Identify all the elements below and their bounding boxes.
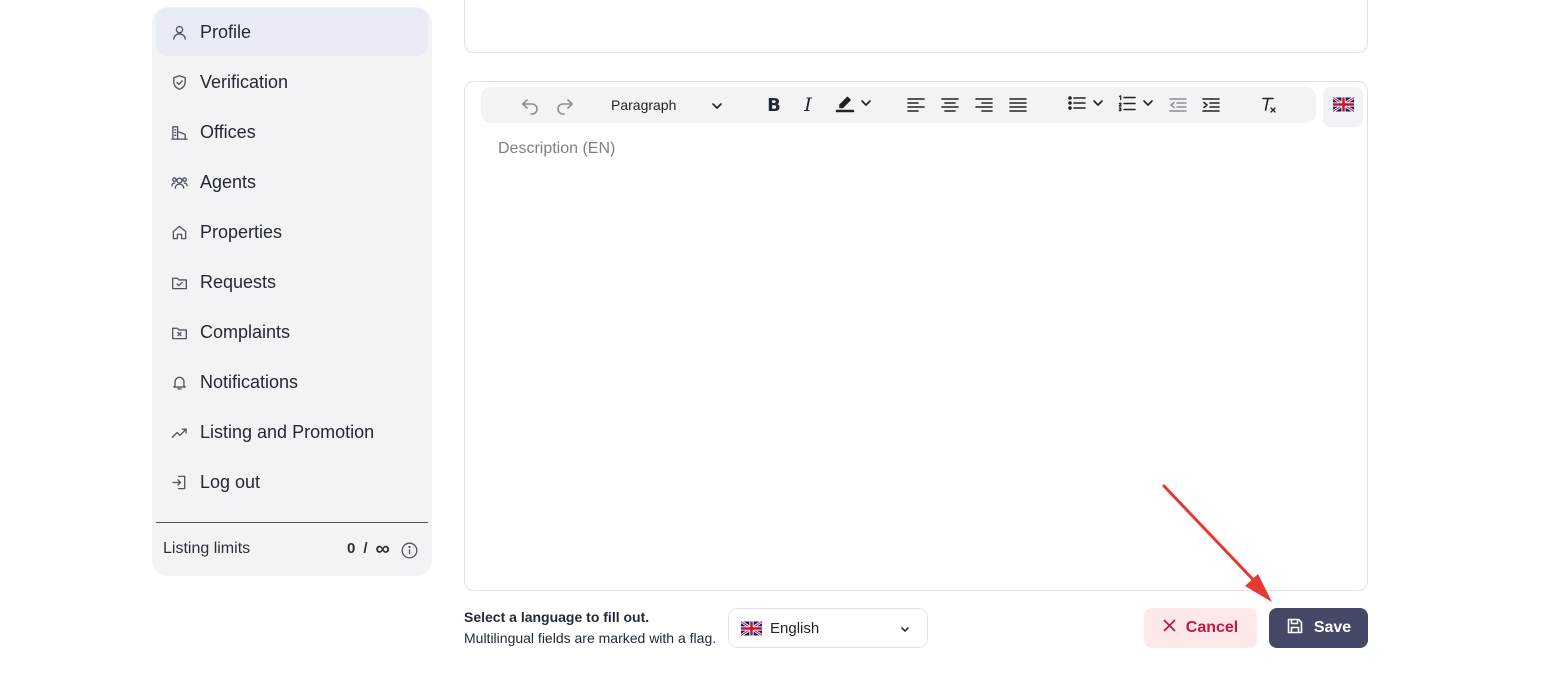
chevron-down-icon: [860, 96, 872, 114]
italic-icon: I: [804, 94, 812, 116]
bullet-list-button[interactable]: [1065, 87, 1107, 123]
language-select-value: English: [770, 619, 820, 637]
language-select[interactable]: English: [728, 608, 928, 648]
listing-limits-value: 0 / ∞: [347, 537, 390, 560]
uk-flag-icon: [1331, 96, 1355, 117]
bell-icon: [170, 373, 188, 391]
sidebar-item-complaints[interactable]: Complaints: [156, 308, 428, 356]
building-icon: [170, 123, 188, 141]
sidebar-item-label: Properties: [200, 221, 283, 242]
language-hint-subtitle: Multilingual fields are marked with a fl…: [464, 630, 717, 646]
sidebar-item-label: Listing and Promotion: [200, 421, 375, 442]
bullet-list-icon: [1068, 95, 1086, 116]
indent-icon[interactable]: [1198, 87, 1224, 123]
align-left-icon[interactable]: [904, 87, 928, 123]
sidebar-item-label: Notifications: [200, 371, 299, 392]
editor-language-button[interactable]: [1323, 87, 1363, 127]
chevron-down-icon: [1092, 96, 1104, 114]
sidebar-item-verification[interactable]: Verification: [156, 58, 428, 106]
italic-button[interactable]: I: [796, 87, 820, 123]
chevron-down-icon: [711, 99, 723, 117]
trending-up-icon: [170, 423, 188, 441]
numbered-list-button[interactable]: [1115, 87, 1157, 123]
undo-icon[interactable]: [517, 87, 543, 123]
chevron-down-icon: [1142, 96, 1154, 114]
redo-icon[interactable]: [552, 87, 578, 123]
align-center-icon[interactable]: [938, 87, 962, 123]
cancel-button[interactable]: Cancel: [1144, 608, 1257, 648]
sidebar-divider: [156, 522, 428, 523]
sidebar-item-requests[interactable]: Requests: [156, 258, 428, 306]
sidebar-item-label: Log out: [200, 471, 261, 492]
close-icon: [1163, 619, 1176, 637]
listing-limits-label: Listing limits: [163, 540, 251, 557]
listing-limits-used: 0: [347, 540, 356, 557]
info-icon[interactable]: [401, 542, 418, 559]
sidebar-item-label: Verification: [200, 71, 289, 92]
sidebar-item-agents[interactable]: Agents: [156, 158, 428, 206]
sidebar: Profile Verification Offices Agents Prop…: [152, 7, 432, 576]
save-icon: [1286, 617, 1304, 640]
align-right-icon[interactable]: [972, 87, 996, 123]
sidebar-item-profile[interactable]: Profile: [156, 8, 428, 56]
sidebar-item-notifications[interactable]: Notifications: [156, 358, 428, 406]
sidebar-item-properties[interactable]: Properties: [156, 208, 428, 256]
log-in-icon: [170, 473, 188, 491]
description-editor[interactable]: Paragraph B I Description (EN): [464, 81, 1368, 591]
language-hint-title: Select a language to fill out.: [464, 609, 650, 625]
uk-flag-icon: [740, 619, 763, 637]
block-format-value: Paragraph: [611, 97, 677, 113]
cancel-button-label: Cancel: [1185, 619, 1239, 636]
home-icon: [170, 223, 188, 241]
highlight-button[interactable]: [831, 87, 875, 123]
sidebar-item-label: Profile: [200, 21, 252, 42]
shield-check-icon: [170, 73, 188, 91]
folder-check-icon: [170, 273, 188, 291]
bold-icon: B: [767, 94, 781, 116]
align-justify-icon[interactable]: [1006, 87, 1030, 123]
sidebar-item-offices[interactable]: Offices: [156, 108, 428, 156]
folder-x-icon: [170, 323, 188, 341]
sidebar-item-label: Offices: [200, 121, 256, 142]
outdent-icon[interactable]: [1165, 87, 1191, 123]
bold-button[interactable]: B: [761, 87, 787, 123]
previous-field[interactable]: [464, 0, 1368, 53]
chevron-down-icon: [899, 622, 911, 640]
sidebar-item-label: Complaints: [200, 321, 291, 342]
sidebar-item-logout[interactable]: Log out: [156, 458, 428, 506]
numbered-list-icon: [1118, 94, 1136, 117]
listing-limits-separator: /: [363, 540, 368, 557]
sidebar-item-label: Agents: [200, 171, 257, 192]
description-placeholder: Description (EN): [498, 140, 616, 157]
listing-limits-max: ∞: [375, 537, 390, 560]
highlight-icon: [834, 92, 856, 119]
block-format-dropdown[interactable]: Paragraph: [603, 87, 731, 123]
clear-format-icon[interactable]: [1256, 87, 1282, 123]
sidebar-item-listing-promotion[interactable]: Listing and Promotion: [156, 408, 428, 456]
users-icon: [170, 173, 188, 191]
editor-toolbar: Paragraph B I: [481, 87, 1316, 123]
sidebar-item-label: Requests: [200, 271, 277, 292]
save-button-label: Save: [1313, 619, 1352, 636]
user-icon: [170, 23, 188, 41]
save-button[interactable]: Save: [1269, 608, 1368, 648]
